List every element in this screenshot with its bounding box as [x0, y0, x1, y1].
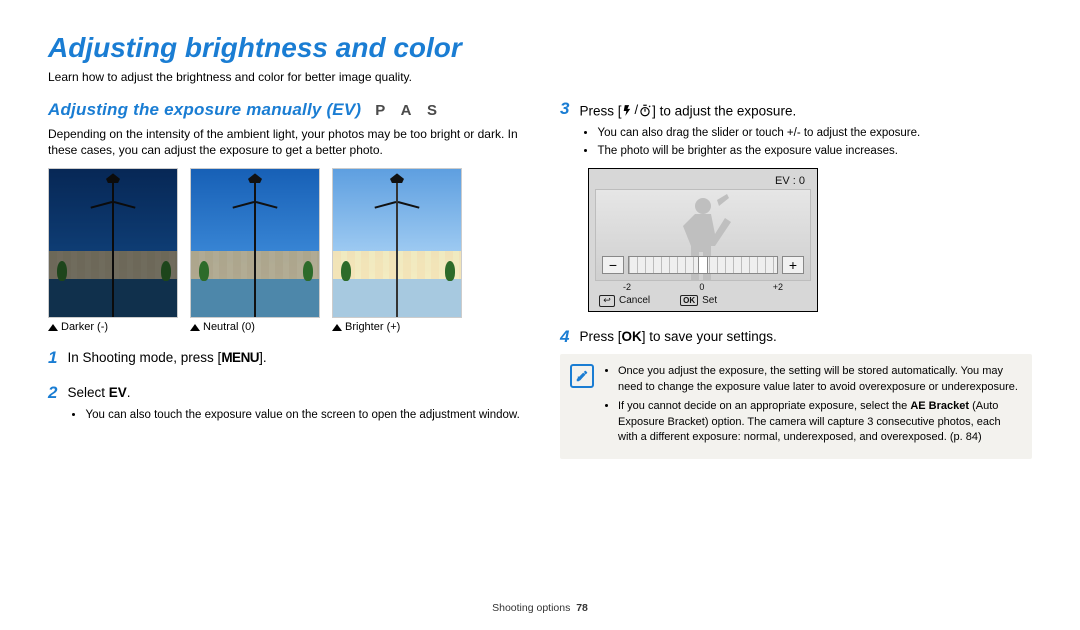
section-title-text: Adjusting the exposure manually (EV): [48, 100, 361, 120]
step-4-text-a: Press [: [579, 329, 621, 344]
ev-slider[interactable]: − +: [602, 256, 804, 274]
triangle-up-icon: [190, 324, 200, 331]
step-2-text-a: Select: [67, 385, 108, 400]
page-intro: Learn how to adjust the brightness and c…: [48, 70, 1032, 84]
back-icon[interactable]: ↩: [599, 295, 615, 307]
ev-scale-mid: 0: [699, 282, 704, 292]
example-images-row: Darker (-) Neutral (0): [48, 168, 520, 333]
ev-slider-knob[interactable]: [698, 256, 708, 274]
step-1-text-a: In Shooting mode, press [: [67, 350, 221, 365]
example-darker-image: [48, 168, 178, 318]
step-2: 2 Select EV. You can also touch the expo…: [48, 384, 520, 425]
triangle-up-icon: [48, 324, 58, 331]
section-heading: Adjusting the exposure manually (EV) P A…: [48, 100, 520, 120]
ok-chip-icon[interactable]: OK: [680, 295, 698, 306]
step-3: 3 Press [ / ] to adjust the exposure. Yo…: [560, 100, 1032, 162]
step-3-number: 3: [560, 100, 569, 162]
self-timer-icon: [638, 102, 652, 118]
step-3-text-b: ] to adjust the exposure.: [652, 104, 796, 119]
pencil-icon: [575, 369, 589, 383]
ev-scale-labels: -2 0 +2: [595, 281, 811, 292]
ev-screen-illustration: EV : 0 −: [588, 168, 1032, 312]
ev-scale-left: -2: [623, 282, 631, 292]
ev-slider-track[interactable]: [628, 256, 778, 274]
note-bullet-2a: If you cannot decide on an appropriate e…: [618, 400, 910, 412]
step-4-number: 4: [560, 328, 569, 347]
flash-icon: [621, 102, 634, 118]
ok-key-label: OK: [621, 329, 641, 344]
example-brighter: Brighter (+): [332, 168, 462, 333]
step-4-text-b: ] to save your settings.: [642, 329, 777, 344]
left-column: Adjusting the exposure manually (EV) P A…: [48, 100, 520, 459]
step-2-number: 2: [48, 384, 57, 425]
step-2-ev-bold: EV: [109, 385, 127, 400]
note-bullet-1: Once you adjust the exposure, the settin…: [618, 364, 1020, 395]
step-1-number: 1: [48, 349, 57, 368]
note-icon: [570, 364, 594, 388]
step-3-bullet-1: You can also drag the slider or touch +/…: [597, 125, 1032, 141]
step-3-text-a: Press [: [579, 104, 621, 119]
step-2-text-b: .: [127, 385, 131, 400]
example-neutral-label: Neutral (0): [203, 321, 255, 333]
page-footer: Shooting options 78: [0, 602, 1080, 614]
step-3-bullet-2: The photo will be brighter as the exposu…: [597, 143, 1032, 159]
step-4: 4 Press [OK] to save your settings.: [560, 328, 1032, 347]
step-1-text-b: ].: [259, 350, 267, 365]
example-brighter-image: [332, 168, 462, 318]
ev-cancel-label: Cancel: [619, 295, 650, 306]
ev-set-label: Set: [702, 295, 717, 306]
ev-minus-button[interactable]: −: [602, 256, 624, 274]
example-brighter-label: Brighter (+): [345, 321, 400, 333]
right-column: 3 Press [ / ] to adjust the exposure. Yo…: [560, 100, 1032, 459]
mode-indicator: P A S: [375, 102, 443, 119]
note-bullet-2: If you cannot decide on an appropriate e…: [618, 399, 1020, 445]
page-title: Adjusting brightness and color: [48, 32, 1032, 64]
note-box: Once you adjust the exposure, the settin…: [560, 354, 1032, 459]
ev-plus-button[interactable]: +: [782, 256, 804, 274]
step-2-bullet: You can also touch the exposure value on…: [85, 407, 520, 423]
step-1: 1 In Shooting mode, press [MENU].: [48, 349, 520, 368]
ev-value-readout: EV : 0: [595, 175, 811, 187]
example-neutral-image: [190, 168, 320, 318]
footer-page-number: 78: [576, 602, 588, 614]
example-darker: Darker (-): [48, 168, 178, 333]
footer-section: Shooting options: [492, 602, 570, 614]
example-neutral: Neutral (0): [190, 168, 320, 333]
menu-key-label: MENU: [221, 350, 259, 365]
ev-scale-right: +2: [773, 282, 783, 292]
section-description: Depending on the intensity of the ambien…: [48, 126, 520, 158]
example-darker-label: Darker (-): [61, 321, 108, 333]
triangle-up-icon: [332, 324, 342, 331]
note-bullet-2-bold: AE Bracket: [910, 400, 969, 412]
